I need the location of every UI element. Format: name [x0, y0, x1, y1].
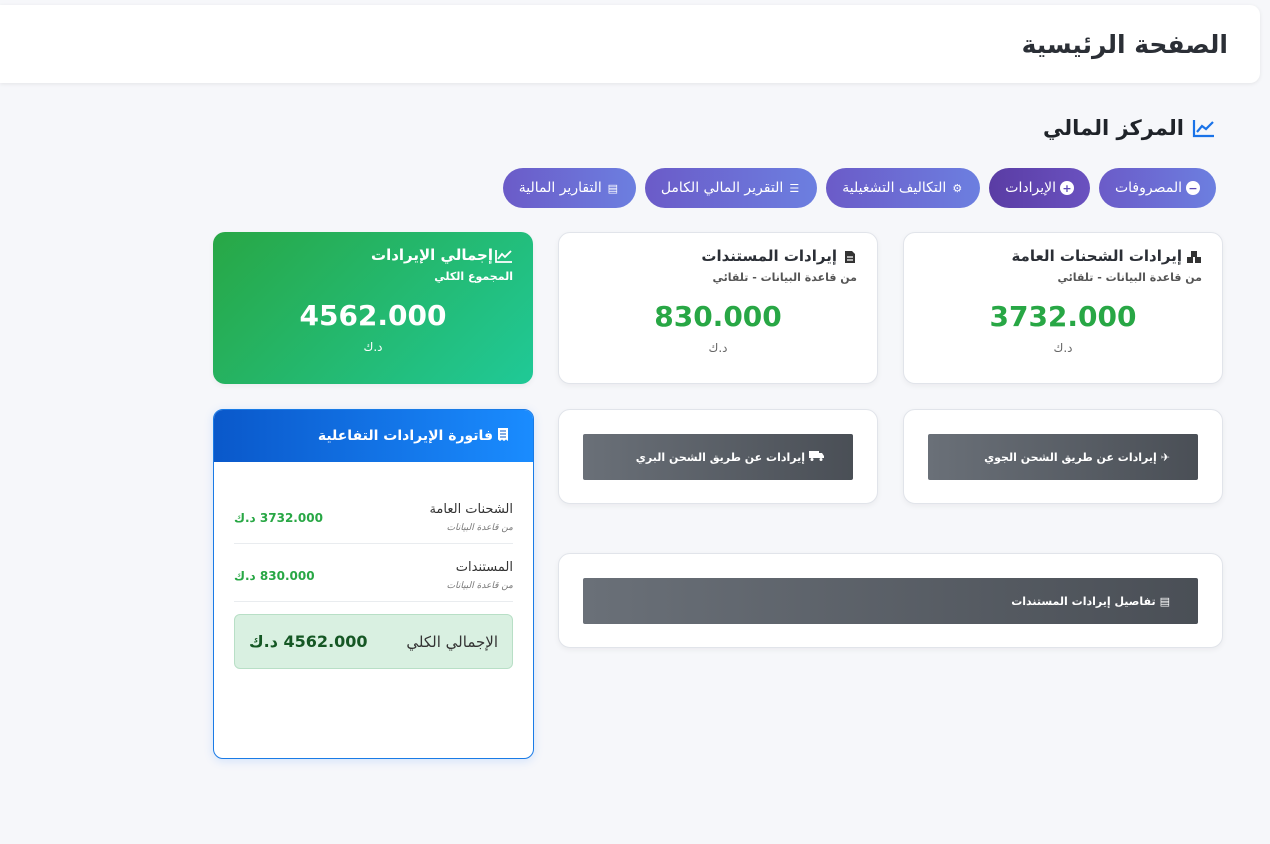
invoice-row: الشحنات العامة من قاعدة البيانات 3732.00…: [234, 486, 513, 544]
plus-circle-icon: +: [1059, 181, 1074, 195]
revenues-button[interactable]: + الإيرادات: [989, 168, 1090, 208]
top-header: الصفحة الرئيسية: [0, 5, 1260, 83]
invoice-row: المستندات من قاعدة البيانات 830.000 د.ك: [234, 544, 513, 602]
revenues-button-label: الإيرادات: [1005, 180, 1056, 196]
full-financial-report-button-label: التقرير المالي الكامل: [660, 180, 784, 196]
land-shipping-revenue-label: إيرادات عن طريق الشحن البري: [635, 450, 805, 464]
documents-revenue-unit: د.ك: [708, 341, 728, 355]
invoice-total: الإجمالي الكلي 4562.000 د.ك: [234, 614, 513, 669]
boxes-icon: [1187, 249, 1202, 263]
shipments-revenue-subtitle: من قاعدة البيانات - تلقائي: [1057, 271, 1202, 284]
financial-reports-button[interactable]: ▤ التقارير المالية: [502, 168, 636, 208]
invoice-row-amount: 3732.000 د.ك: [234, 510, 323, 525]
full-financial-report-button[interactable]: ☰ التقرير المالي الكامل: [644, 168, 818, 208]
invoice-row-amount: 830.000 د.ك: [234, 568, 315, 583]
land-shipping-card: إيرادات عن طريق الشحن البري: [558, 409, 878, 504]
total-revenue-subtitle: المجموع الكلي: [434, 270, 513, 283]
invoice-row-source: من قاعدة البيانات: [446, 581, 513, 591]
expenses-button-label: المصروفات: [1114, 180, 1182, 196]
financial-reports-button-label: التقارير المالية: [518, 180, 602, 196]
operating-costs-button[interactable]: ⚙ التكاليف التشغيلية: [826, 168, 981, 208]
total-revenue-card: إجمالي الإيرادات المجموع الكلي 4562.000 …: [213, 232, 533, 384]
action-buttons: − المصروفات + الإيرادات ⚙ التكاليف التشغ…: [502, 168, 1216, 208]
section-heading: المركز المالي: [1043, 116, 1216, 140]
invoice-row-name: الشحنات العامة: [429, 502, 513, 517]
truck-icon: [809, 450, 825, 464]
documents-revenue-title: إيرادات المستندات: [701, 247, 837, 265]
documents-details-card: ▤ تفاصيل إيرادات المستندات: [558, 553, 1223, 648]
line-chart-icon: [1192, 120, 1214, 138]
file-icon: ▤: [1159, 594, 1170, 608]
shipments-revenue-unit: د.ك: [1053, 341, 1073, 355]
air-shipping-revenue-label: إيرادات عن طريق الشحن الجوي: [984, 450, 1157, 464]
invoice-row-source: من قاعدة البيانات: [446, 523, 513, 533]
expenses-button[interactable]: − المصروفات: [1098, 168, 1216, 208]
invoice-total-value: 4562.000 د.ك: [249, 632, 368, 651]
land-shipping-revenue-button[interactable]: إيرادات عن طريق الشحن البري: [583, 434, 853, 480]
shipments-revenue-title: إيرادات الشحنات العامة: [1011, 247, 1182, 265]
operating-costs-button-label: التكاليف التشغيلية: [842, 180, 947, 196]
section-title: المركز المالي: [1043, 116, 1184, 140]
documents-revenue-value: 830.000: [654, 300, 782, 333]
page-title: الصفحة الرئيسية: [1021, 29, 1228, 59]
air-shipping-card: ✈ إيرادات عن طريق الشحن الجوي: [903, 409, 1223, 504]
invoice-title: فاتورة الإيرادات التفاعلية: [317, 428, 493, 444]
list-icon: ☰: [789, 181, 800, 195]
invoice-row-name: المستندات: [455, 560, 513, 575]
invoice-header: فاتورة الإيرادات التفاعلية: [214, 410, 533, 462]
receipt-icon: [497, 427, 509, 446]
invoice-total-label: الإجمالي الكلي: [406, 632, 498, 651]
documents-revenue-details-label: تفاصيل إيرادات المستندات: [1011, 594, 1156, 608]
minus-circle-icon: −: [1186, 181, 1200, 195]
total-revenue-title: إجمالي الإيرادات: [371, 246, 493, 264]
shipments-revenue-card: إيرادات الشحنات العامة من قاعدة البيانات…: [903, 232, 1223, 384]
file-icon: ▤: [607, 181, 619, 195]
file-icon: [843, 249, 857, 263]
line-chart-icon: [495, 248, 513, 263]
interactive-revenue-invoice: فاتورة الإيرادات التفاعلية الشحنات العام…: [213, 409, 534, 759]
air-shipping-revenue-button[interactable]: ✈ إيرادات عن طريق الشحن الجوي: [928, 434, 1198, 480]
plane-icon: ✈: [1160, 450, 1170, 464]
documents-revenue-subtitle: من قاعدة البيانات - تلقائي: [712, 271, 857, 284]
total-revenue-value: 4562.000: [299, 299, 447, 332]
gears-icon: ⚙: [952, 181, 963, 195]
documents-revenue-details-button[interactable]: ▤ تفاصيل إيرادات المستندات: [583, 578, 1198, 624]
documents-revenue-card: إيرادات المستندات من قاعدة البيانات - تل…: [558, 232, 878, 384]
shipments-revenue-value: 3732.000: [989, 300, 1137, 333]
total-revenue-unit: د.ك: [363, 340, 383, 354]
